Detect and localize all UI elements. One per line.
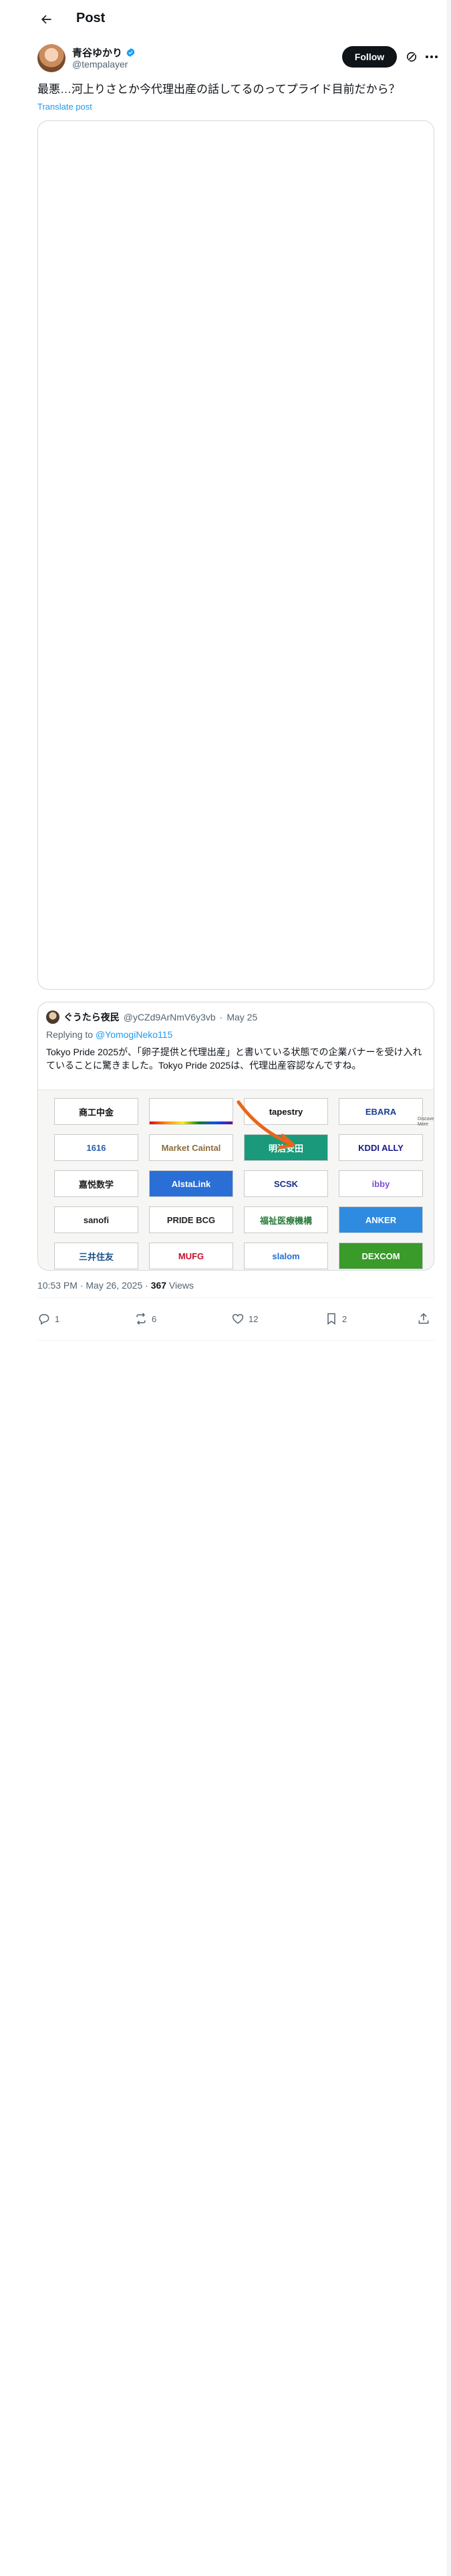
sponsor-logo-label: SCSK <box>273 1178 299 1189</box>
sponsor-logo: 福祉医療機構 <box>244 1206 328 1233</box>
reply-prefix: Replying to <box>46 1029 96 1040</box>
sponsor-logo: AlstaLink <box>149 1170 233 1197</box>
quote-image[interactable]: 商工中金 tapestry EBARA 1616 Market Caintal 明治安田 K… <box>38 1089 434 1270</box>
sponsor-logo: 明治安田 <box>244 1134 328 1161</box>
sponsor-logo-label: 福祉医療機構 <box>259 1215 312 1226</box>
sponsor-logo: PRIDE BCG <box>149 1206 233 1233</box>
page-title: Post <box>76 11 106 25</box>
reply-to-handle[interactable]: @YomogiNeko115 <box>96 1029 172 1040</box>
share-icon <box>418 1313 429 1324</box>
sponsor-logo-label: ibby <box>371 1178 390 1189</box>
meta-separator-2: · <box>142 1280 151 1291</box>
quote-header: ぐうたら夜民 @yCZd9ArNmV6y3vb · May 25 <box>46 1010 257 1024</box>
bookmark-icon <box>327 1313 335 1325</box>
sponsor-logo: 商工中金 <box>54 1098 138 1125</box>
action-bar: 1 6 12 2 <box>37 1305 434 1335</box>
views-count: 367 <box>150 1280 167 1291</box>
sponsor-logo-label: KDDI ALLY <box>358 1142 404 1153</box>
name-line: 青谷ゆかり <box>72 45 136 60</box>
share-button[interactable] <box>417 1312 430 1325</box>
quote-avatar <box>46 1010 59 1024</box>
sponsor-logo: KDDI ALLY <box>339 1134 423 1161</box>
quote-reply-context: Replying to @YomogiNeko115 <box>46 1029 172 1040</box>
sponsor-logo: DEXCOM <box>339 1243 423 1269</box>
sponsor-logo: Market Caintal <box>149 1134 233 1161</box>
avatar[interactable] <box>37 44 65 72</box>
views-label: Views <box>166 1280 194 1291</box>
translate-post-link[interactable]: Translate post <box>37 102 92 112</box>
bookmark-button[interactable]: 2 <box>325 1312 347 1325</box>
quote-text: Tokyo Pride 2025が、「卵子提供と代理出産」と書いている状態での企… <box>46 1047 422 1071</box>
meta-separator: · <box>77 1280 86 1291</box>
sponsor-logo: 三井住友 <box>54 1243 138 1269</box>
sponsor-logo: slalom <box>244 1243 328 1269</box>
quote-display-name: ぐうたら夜民 <box>63 1012 120 1023</box>
top-bar: Post <box>0 0 447 37</box>
sponsor-logo-label: AlstaLink <box>171 1178 211 1189</box>
quoted-post[interactable]: ぐうたら夜民 @yCZd9ArNmV6y3vb · May 25 Replyin… <box>37 1002 434 1271</box>
post-meta: 10:53 PM · May 26, 2025 · 367 Views <box>37 1280 194 1291</box>
sponsor-logo-label: ANKER <box>365 1214 397 1225</box>
divider <box>37 1340 434 1341</box>
sponsor-logo: ibby <box>339 1170 423 1197</box>
post-date[interactable]: May 26, 2025 <box>86 1280 142 1291</box>
sponsor-logo-label: EBARA <box>365 1106 397 1117</box>
reply-button[interactable]: 1 <box>37 1312 59 1325</box>
more-options-icon[interactable] <box>424 50 440 64</box>
sponsor-logo-label: 商工中金 <box>78 1107 114 1117</box>
sponsor-logo: 嘉悦数学 <box>54 1170 138 1197</box>
author-handle[interactable]: @tempalayer <box>72 59 128 70</box>
sponsor-logo-label: slalom <box>272 1251 300 1261</box>
sponsor-logo: EBARA <box>339 1098 423 1125</box>
sponsor-logo-grid: 商工中金 tapestry EBARA 1616 Market Caintal 明治安田 K… <box>54 1098 426 1269</box>
sponsor-logo: ANKER <box>339 1206 423 1233</box>
post-time[interactable]: 10:53 PM <box>37 1280 78 1291</box>
quote-handle: @yCZd9ArNmV6y3vb <box>123 1012 216 1023</box>
sponsor-logo-label: MUFG <box>178 1251 204 1261</box>
quote-date: May 25 <box>227 1012 258 1023</box>
sponsor-logo-label: DEXCOM <box>361 1251 400 1261</box>
follow-button[interactable]: Follow <box>342 46 397 68</box>
reply-count: 1 <box>55 1313 60 1324</box>
repost-count: 6 <box>152 1313 157 1324</box>
sponsor-logo-label: 明治安田 <box>268 1143 303 1154</box>
divider <box>37 1297 434 1298</box>
side-caption: Discover More <box>418 1117 434 1127</box>
back-arrow-icon <box>41 15 51 24</box>
sponsor-logo: tapestry <box>244 1098 328 1125</box>
like-count: 12 <box>249 1313 259 1324</box>
sponsor-logo: sanofi <box>54 1206 138 1233</box>
sponsor-logo-label: tapestry <box>269 1106 303 1117</box>
repost-icon <box>136 1313 146 1325</box>
reply-icon <box>39 1314 49 1325</box>
sponsor-logo-label: sanofi <box>83 1214 110 1225</box>
grok-icon[interactable] <box>405 50 418 64</box>
sponsor-logo-label: Market Caintal <box>161 1142 221 1153</box>
heart-icon <box>232 1313 244 1324</box>
bookmark-count: 2 <box>342 1313 347 1324</box>
post-text: 最悪…河上りさとか今代理出産の話してるのってプライド目前だから？ <box>37 83 400 96</box>
quote-separator: · <box>219 1012 223 1023</box>
repost-button[interactable]: 6 <box>134 1312 156 1325</box>
like-button[interactable]: 12 <box>231 1312 258 1325</box>
sponsor-logo <box>149 1098 233 1125</box>
sponsor-logo-label: 1616 <box>86 1142 106 1153</box>
back-button[interactable] <box>35 9 57 29</box>
display-name[interactable]: 青谷ゆかり <box>72 45 122 60</box>
rainbow-stripe <box>150 1121 233 1124</box>
sponsor-logo: MUFG <box>149 1243 233 1269</box>
sponsor-logo-label: 三井住友 <box>78 1251 114 1262</box>
author-row: 青谷ゆかり @tempalayer Follow <box>37 44 438 74</box>
sponsor-logo: 1616 <box>54 1134 138 1161</box>
verified-badge-icon <box>126 47 135 58</box>
scrollbar-track[interactable] <box>447 0 451 2576</box>
post-media[interactable] <box>37 120 434 990</box>
sponsor-logo-label: PRIDE BCG <box>166 1214 216 1225</box>
sponsor-logo-label: 嘉悦数学 <box>78 1179 114 1190</box>
sponsor-logo: SCSK <box>244 1170 328 1197</box>
